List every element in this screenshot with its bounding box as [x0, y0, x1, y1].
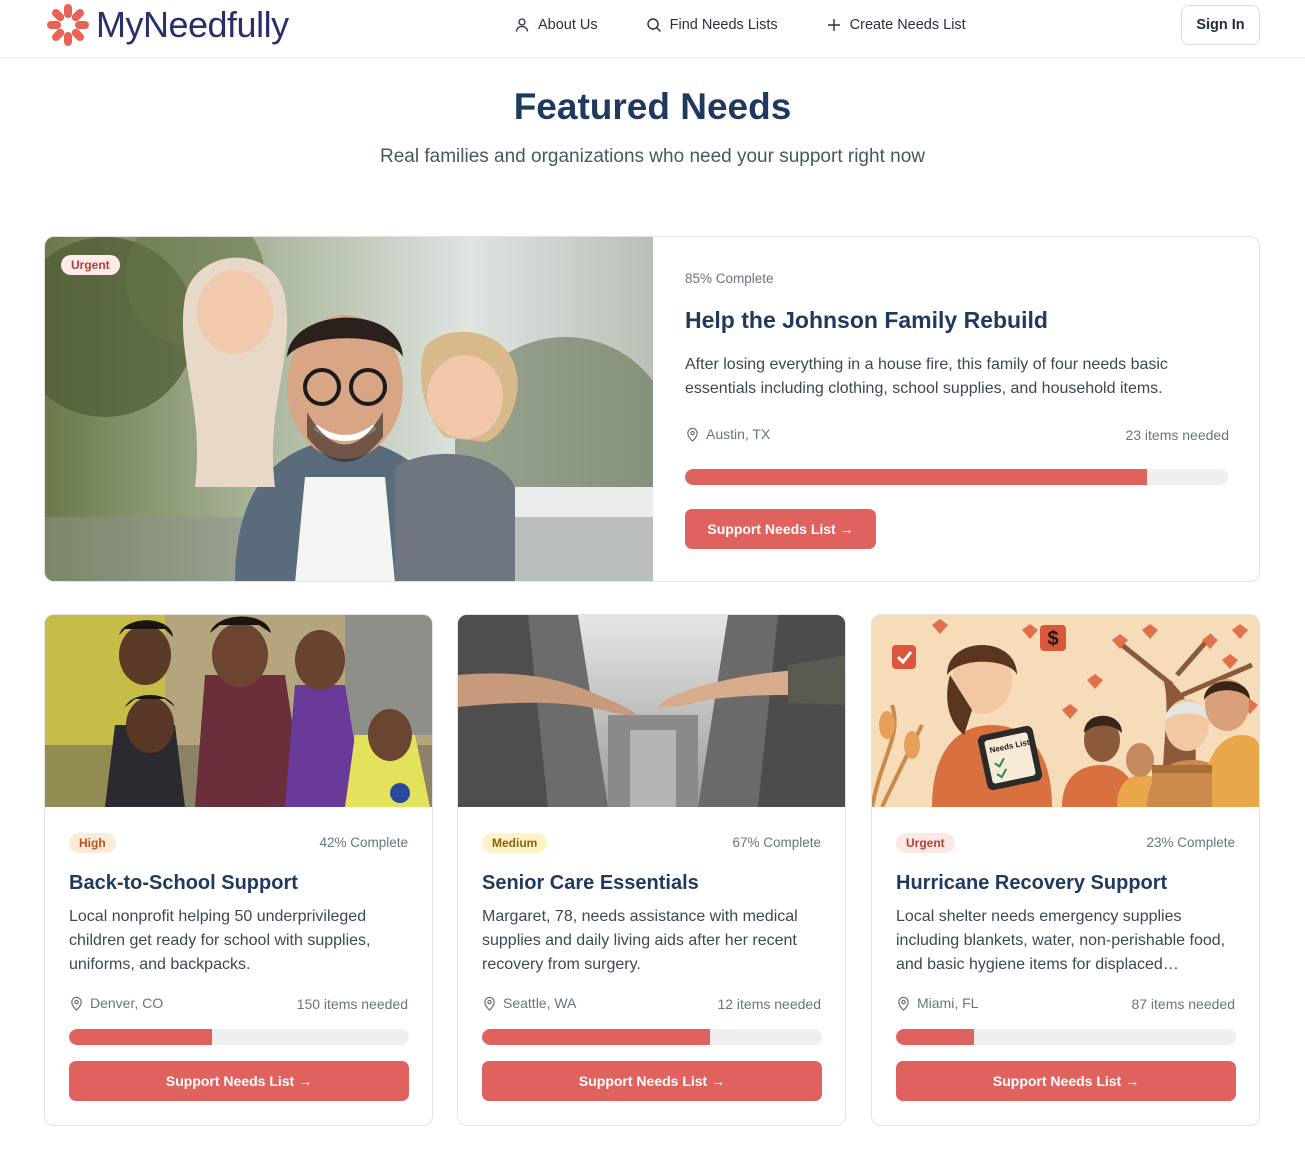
items-needed: 23 items needed	[1125, 427, 1229, 443]
location-label: Denver, CO	[90, 995, 164, 1011]
user-icon	[515, 18, 529, 32]
progress-bar	[482, 1029, 822, 1045]
brand-logo[interactable]: MyNeedfully	[44, 0, 289, 50]
need-title[interactable]: Hurricane Recovery Support	[896, 872, 1167, 895]
progress-bar-fill	[69, 1029, 212, 1045]
hands-photo-illustration	[458, 615, 845, 807]
logo-asterisk-icon	[47, 4, 89, 46]
progress-bar-fill	[685, 469, 1147, 485]
map-pin-icon	[484, 996, 495, 1011]
need-card-back-to-school: High 42% Complete Back-to-School Support…	[44, 614, 433, 1126]
children-photo	[45, 615, 432, 807]
need-card-senior-care: Medium 67% Complete Senior Care Essentia…	[457, 614, 846, 1126]
featured-need-details: 85% Complete Help the Johnson Family Reb…	[653, 237, 1259, 581]
sign-in-button[interactable]: Sign In	[1181, 5, 1260, 45]
featured-need-card: Urgent 85% Complete Help the Johnson Fam…	[44, 236, 1260, 582]
nav-find-needs-lists[interactable]: Find Needs Lists	[646, 14, 778, 36]
progress-percent: 67% Complete	[732, 835, 821, 850]
brand-name: MyNeedfully	[96, 4, 289, 45]
location-label: Miami, FL	[917, 995, 979, 1011]
main-nav: About Us Find Needs Lists Create Needs L…	[514, 14, 966, 36]
hands-photo	[458, 615, 845, 807]
need-card-hurricane-recovery: $ Needs List Urgent 23% Complete Hurrica…	[871, 614, 1260, 1126]
progress-percent: 42% Complete	[319, 835, 408, 850]
need-description: Local shelter needs emergency supplies i…	[896, 908, 1226, 973]
support-needs-list-button[interactable]: Support Needs List →	[896, 1061, 1236, 1101]
items-needed: 150 items needed	[296, 996, 408, 1012]
community-illustration: $ Needs List	[872, 615, 1259, 807]
items-needed: 87 items needed	[1131, 996, 1235, 1012]
progress-bar	[896, 1029, 1236, 1045]
map-pin-icon	[71, 996, 82, 1011]
progress-bar-fill	[482, 1029, 710, 1045]
community-illustration-art: $ Needs List	[872, 615, 1259, 807]
priority-badge: Urgent	[61, 255, 120, 275]
need-location: Seattle, WA	[482, 995, 576, 1011]
nav-label: Create Needs List	[849, 17, 966, 33]
priority-badge: High	[69, 833, 116, 853]
priority-badge: Medium	[482, 833, 548, 853]
search-icon	[646, 18, 661, 32]
need-location: Austin, TX	[685, 426, 770, 442]
map-pin-icon	[687, 427, 698, 442]
family-photo: Urgent	[45, 237, 653, 581]
progress-bar-fill	[896, 1029, 975, 1045]
support-needs-list-button[interactable]: Support Needs List →	[685, 509, 876, 549]
location-label: Seattle, WA	[503, 995, 577, 1011]
page-title: Featured Needs	[513, 86, 792, 127]
progress-percent: 23% Complete	[1146, 835, 1235, 850]
nav-about-us[interactable]: About Us	[514, 14, 598, 36]
location-label: Austin, TX	[706, 426, 771, 442]
need-description: Margaret, 78, needs assistance with medi…	[482, 908, 798, 973]
need-title[interactable]: Senior Care Essentials	[482, 872, 699, 895]
family-photo-illustration	[45, 237, 653, 581]
need-title[interactable]: Help the Johnson Family Rebuild	[685, 307, 1048, 334]
progress-percent: 85% Complete	[685, 271, 774, 286]
nav-label: About Us	[538, 17, 598, 33]
progress-bar	[685, 469, 1228, 485]
support-needs-list-button[interactable]: Support Needs List →	[69, 1061, 409, 1101]
items-needed: 12 items needed	[717, 996, 821, 1012]
children-photo-illustration	[45, 615, 432, 807]
priority-badge: Urgent	[896, 833, 955, 853]
need-description: Local nonprofit helping 50 underprivileg…	[69, 908, 371, 973]
page-subtitle: Real families and organizations who need…	[380, 146, 925, 167]
map-pin-icon	[898, 996, 909, 1011]
nav-create-needs-list[interactable]: Create Needs List	[826, 14, 966, 36]
need-description: After losing everything in a house fire,…	[685, 356, 1168, 397]
plus-icon	[827, 19, 840, 31]
site-header: MyNeedfully About Us Find Needs Lists Cr…	[0, 0, 1305, 58]
need-location: Denver, CO	[69, 995, 163, 1011]
dollar-sign-icon: $	[1047, 628, 1058, 650]
progress-bar	[69, 1029, 409, 1045]
support-needs-list-button[interactable]: Support Needs List →	[482, 1061, 822, 1101]
need-location: Miami, FL	[896, 995, 978, 1011]
need-title[interactable]: Back-to-School Support	[69, 872, 298, 895]
nav-label: Find Needs Lists	[669, 17, 778, 33]
